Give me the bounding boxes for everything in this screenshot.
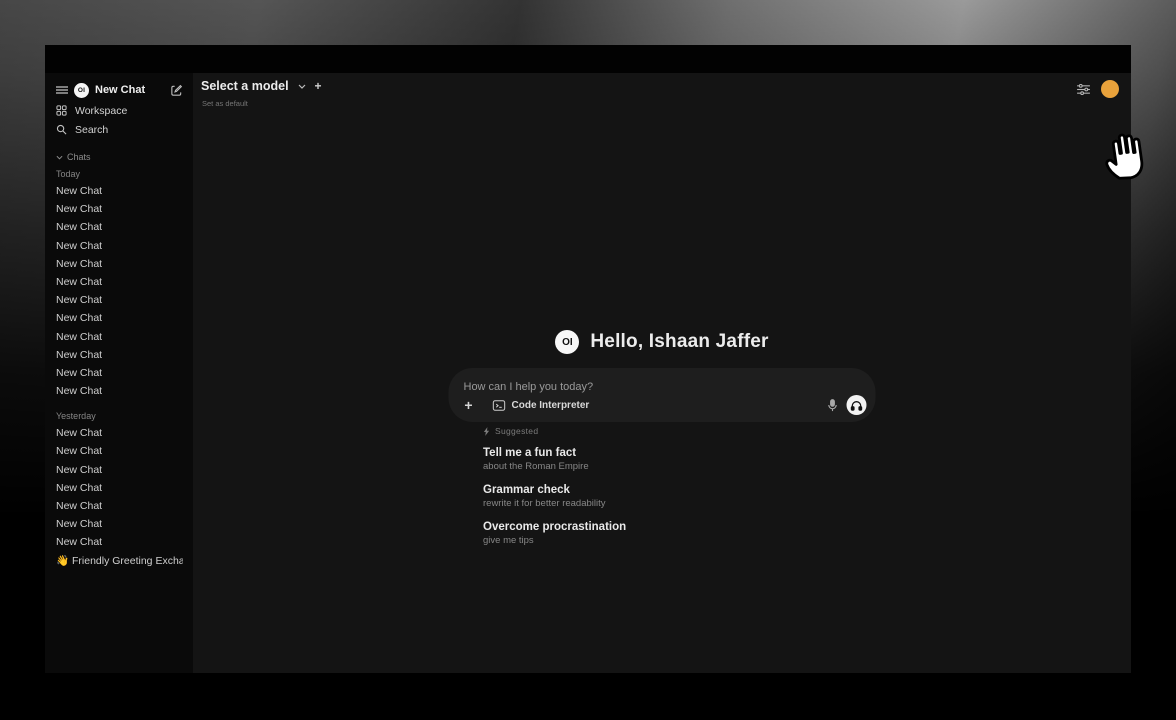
sidebar-chat-item[interactable]: New Chat xyxy=(56,346,183,364)
sidebar-chat-item[interactable]: New Chat xyxy=(56,273,183,291)
set-default-link[interactable]: Set as default xyxy=(202,99,248,108)
voice-call-button[interactable] xyxy=(847,395,867,415)
attach-plus-button[interactable]: + xyxy=(462,398,476,412)
main-panel: Select a model + Set as default OI Hello… xyxy=(193,73,1131,673)
chat-groups: TodayNew ChatNew ChatNew ChatNew ChatNew… xyxy=(56,166,183,570)
sidebar-chat-item[interactable]: New Chat xyxy=(56,309,183,327)
sidebar-chat-item[interactable]: New Chat xyxy=(56,200,183,218)
sidebar-chat-item[interactable]: New Chat xyxy=(56,328,183,346)
sidebar-item-search[interactable]: Search xyxy=(56,120,183,139)
suggested-prompt[interactable]: Grammar checkrewrite it for better reada… xyxy=(483,483,626,510)
suggested-prompts: Suggested Tell me a fun factabout the Ro… xyxy=(483,426,626,547)
sidebar-chat-item[interactable]: New Chat xyxy=(56,497,183,515)
new-chat-icon[interactable] xyxy=(170,84,183,97)
controls-sliders-icon[interactable] xyxy=(1077,84,1090,95)
add-model-button[interactable]: + xyxy=(315,79,322,93)
sidebar-chat-item[interactable]: New Chat xyxy=(56,479,183,497)
suggested-prompt[interactable]: Tell me a fun factabout the Roman Empire xyxy=(483,446,626,473)
sidebar-chat-item[interactable]: New Chat xyxy=(56,461,183,479)
search-icon xyxy=(56,124,67,135)
user-avatar[interactable] xyxy=(1101,80,1119,98)
hand-cursor xyxy=(1095,123,1159,188)
chat-group-label: Yesterday xyxy=(56,408,183,424)
sidebar-chat-item[interactable]: New Chat xyxy=(56,382,183,400)
sidebar: OI New Chat Workspace Searc xyxy=(45,73,193,673)
window-top-bar xyxy=(45,45,1131,73)
sidebar-chat-item[interactable]: New Chat xyxy=(56,442,183,460)
chats-section-label: Chats xyxy=(67,152,91,162)
chevron-down-icon xyxy=(56,155,63,160)
suggested-prompt[interactable]: Overcome procrastinationgive me tips xyxy=(483,520,626,547)
microphone-icon[interactable] xyxy=(828,399,838,412)
sidebar-chat-item[interactable]: New Chat xyxy=(56,291,183,309)
suggestion-subtitle: about the Roman Empire xyxy=(483,460,626,473)
search-label: Search xyxy=(75,124,108,136)
bolt-icon xyxy=(483,427,490,436)
message-composer[interactable]: + Code Interpreter xyxy=(449,368,876,422)
brand-logo: OI xyxy=(74,83,89,98)
suggestion-subtitle: give me tips xyxy=(483,534,626,547)
sidebar-chat-item[interactable]: New Chat xyxy=(56,424,183,442)
code-interpreter-label: Code Interpreter xyxy=(512,400,590,411)
workspace-grid-icon xyxy=(56,105,67,116)
suggestion-title: Grammar check xyxy=(483,483,626,497)
model-chevron-icon[interactable] xyxy=(298,84,306,89)
suggestion-title: Tell me a fun fact xyxy=(483,446,626,460)
code-interpreter-toggle[interactable]: Code Interpreter xyxy=(493,400,590,411)
model-selector[interactable]: Select a model xyxy=(201,79,289,93)
sidebar-chat-item[interactable]: New Chat xyxy=(56,515,183,533)
sidebar-chat-item[interactable]: New Chat xyxy=(56,218,183,236)
sidebar-toggle-icon[interactable] xyxy=(56,85,68,95)
screen: OI New Chat Workspace Searc xyxy=(0,0,1176,720)
chats-section-toggle[interactable]: Chats xyxy=(56,150,183,164)
sidebar-chat-item[interactable]: New Chat xyxy=(56,533,183,551)
sidebar-chat-item[interactable]: 👋 Friendly Greeting Exchange xyxy=(56,552,183,570)
code-interpreter-icon xyxy=(493,400,506,411)
sidebar-title: New Chat xyxy=(95,84,164,96)
chat-group-label: Today xyxy=(56,166,183,182)
sidebar-chat-item[interactable]: New Chat xyxy=(56,255,183,273)
sidebar-chat-item[interactable]: New Chat xyxy=(56,364,183,382)
suggestion-subtitle: rewrite it for better readability xyxy=(483,497,626,510)
greeting-text: Hello, Ishaan Jaffer xyxy=(590,331,768,353)
open-webui-window: OI New Chat Workspace Searc xyxy=(45,45,1131,673)
workspace-label: Workspace xyxy=(75,105,127,117)
message-input[interactable] xyxy=(464,381,863,393)
sidebar-chat-item[interactable]: New Chat xyxy=(56,237,183,255)
suggestion-title: Overcome procrastination xyxy=(483,520,626,534)
headphones-icon xyxy=(851,400,863,411)
brand-logo-large: OI xyxy=(555,330,579,354)
sidebar-chat-item[interactable]: New Chat xyxy=(56,182,183,200)
sidebar-item-workspace[interactable]: Workspace xyxy=(56,101,183,120)
suggested-label: Suggested xyxy=(495,426,538,436)
